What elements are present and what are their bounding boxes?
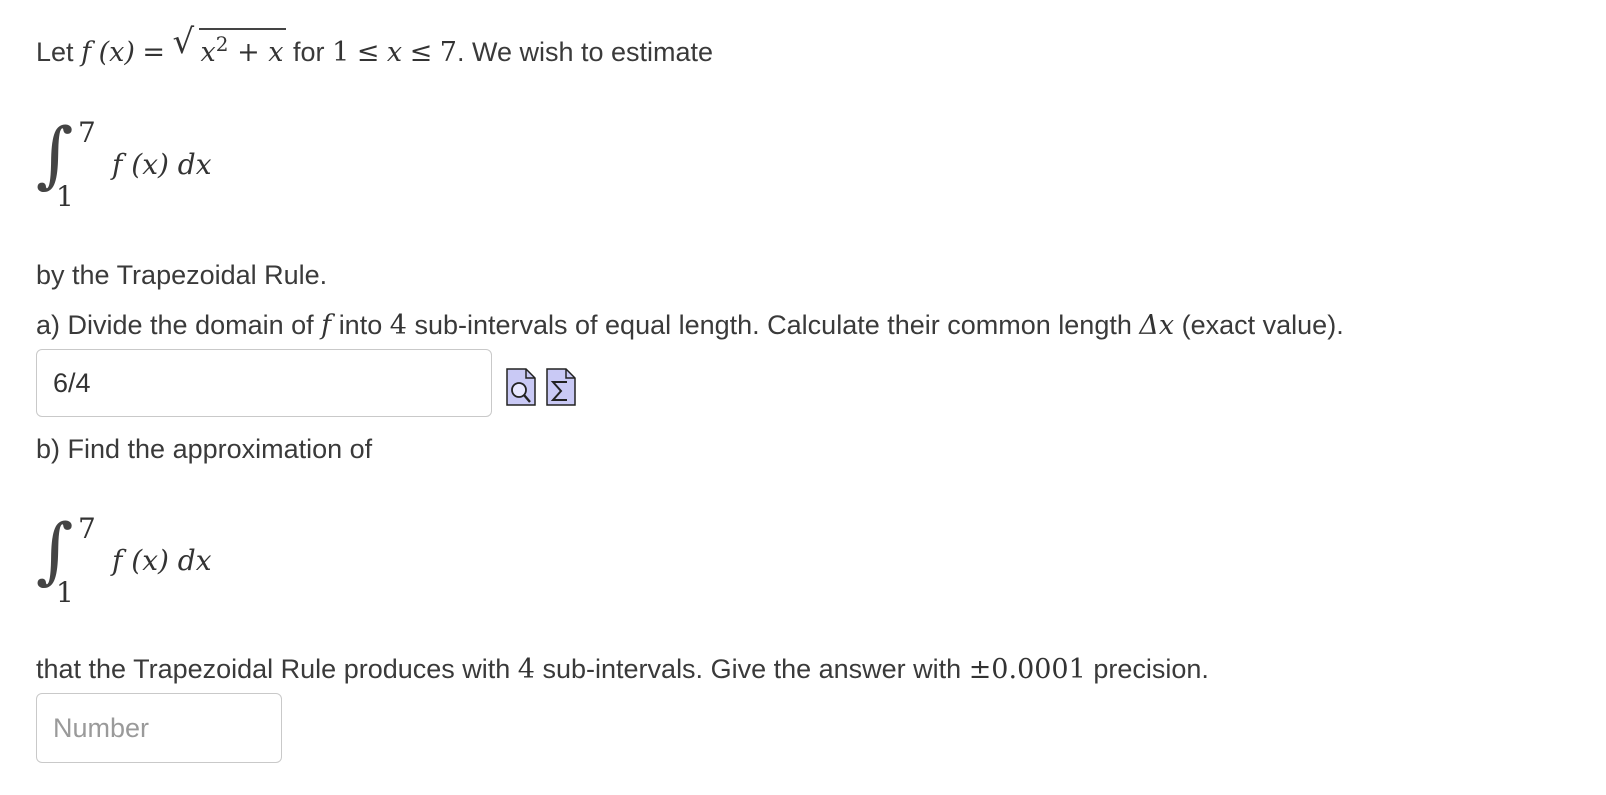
part-b-line-mid: sub-intervals. Give the answer with xyxy=(542,654,962,684)
part-a-delta: Δx xyxy=(1139,310,1175,341)
intro-tail: . We wish to estimate xyxy=(456,37,714,67)
intro-sqrt-exp: 2 xyxy=(215,32,229,56)
part-a-prefix: a) Divide the domain of xyxy=(36,310,314,340)
part-a-question: a) Divide the domain of f into 4 sub-int… xyxy=(36,310,1344,341)
intro-function-arg: (x) xyxy=(98,37,135,68)
part-a-f: f xyxy=(321,310,332,341)
part-a-answer-input[interactable] xyxy=(36,349,492,417)
part-a-n: 4 xyxy=(389,310,407,341)
part-b-line-post: precision. xyxy=(1093,654,1209,684)
integral-display-1: ∫ 7 1 f (x) dx xyxy=(36,116,296,218)
problem-intro: Let f (x) = √ x2 + x for 1 ≤ x ≤ 7. We w… xyxy=(36,22,714,68)
intro-function-f: f xyxy=(81,37,92,68)
method-line: by the Trapezoidal Rule. xyxy=(36,260,328,290)
integral-integrand: f (x) dx xyxy=(112,148,212,181)
integral-lower-limit: 1 xyxy=(56,180,74,213)
part-b-n: 4 xyxy=(517,654,535,685)
integral-upper-limit: 7 xyxy=(78,512,96,545)
intro-let: Let xyxy=(36,37,74,67)
intro-le-1: ≤ xyxy=(356,37,380,68)
part-a-into: into xyxy=(338,310,383,340)
intro-var: x xyxy=(386,37,403,68)
intro-upper-bound: 7 xyxy=(439,37,457,68)
integral-lower-limit: 1 xyxy=(56,576,74,609)
part-a-suffix: (exact value). xyxy=(1181,310,1344,340)
part-b-precision: ±0.0001 xyxy=(968,654,1086,685)
equation-editor-sigma-icon[interactable] xyxy=(546,368,576,406)
intro-le-2: ≤ xyxy=(409,37,433,68)
integral-display-2: ∫ 7 1 f (x) dx xyxy=(36,512,296,614)
part-b-instruction: that the Trapezoidal Rule produces with … xyxy=(36,654,1209,685)
integral-upper-limit: 7 xyxy=(78,116,96,149)
part-a-mid: sub-intervals of equal length. Calculate… xyxy=(414,310,1132,340)
intro-sqrt-base: x xyxy=(200,37,216,68)
part-b-line-pre: that the Trapezoidal Rule produces with xyxy=(36,654,511,684)
intro-equals: = xyxy=(142,37,166,68)
intro-sqrt-rest: + x xyxy=(228,37,284,68)
intro-lower-bound: 1 xyxy=(332,37,350,68)
part-b-answer-input[interactable] xyxy=(36,693,282,763)
intro-sqrt: √ x2 + x xyxy=(172,22,286,68)
integral-integrand: f (x) dx xyxy=(112,544,212,577)
preview-magnifier-icon[interactable] xyxy=(506,368,536,406)
intro-for: for xyxy=(293,37,325,67)
part-b-question: b) Find the approximation of xyxy=(36,434,373,464)
